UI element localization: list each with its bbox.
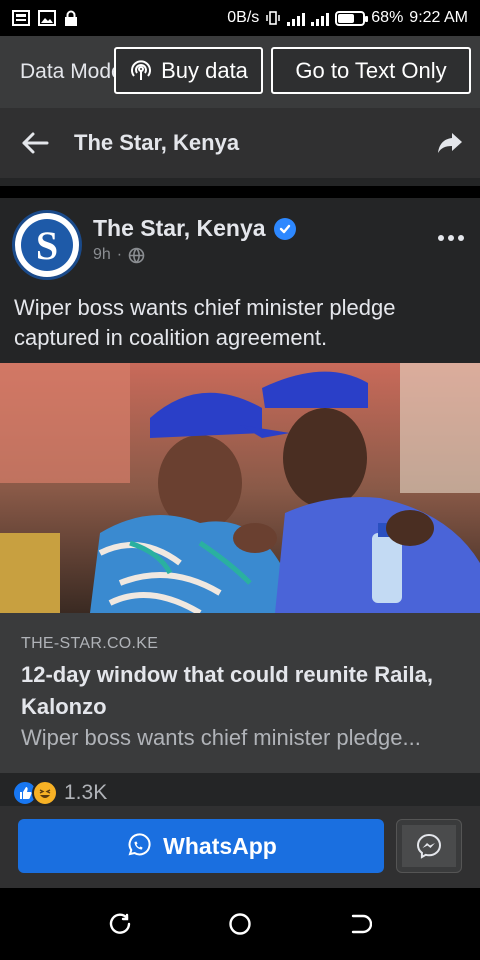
more-options-icon[interactable] (438, 232, 466, 244)
post-caption: Wiper boss wants chief minister pledge c… (14, 295, 396, 350)
link-preview[interactable]: THE-STAR.CO.KE 12-day window that could … (0, 613, 480, 773)
system-home-button[interactable] (220, 904, 260, 944)
net-speed: 0B/s (227, 9, 260, 26)
top-nav-bar: The Star, Kenya (0, 108, 480, 178)
whatsapp-label: WhatsApp (163, 832, 277, 859)
share-button[interactable] (420, 108, 480, 178)
reactions-count: 1.3K (64, 781, 108, 804)
battery-percent: 68% (371, 9, 404, 26)
battery-icon (335, 10, 369, 26)
buy-data-button[interactable]: Buy data (114, 47, 263, 94)
reactions-summary[interactable]: 1.3K (12, 780, 107, 806)
clock: 9:22 AM (409, 9, 468, 26)
post-page-name[interactable]: The Star, Kenya (93, 215, 266, 242)
status-right: 0B/s 68% 9:22 AM (227, 9, 468, 27)
haha-reaction-icon (32, 780, 58, 806)
messenger-button-inner (402, 825, 456, 867)
back-button[interactable] (0, 108, 70, 178)
post-time[interactable]: 9h (93, 246, 111, 264)
broadcast-icon (131, 59, 152, 80)
post-page-name-row: The Star, Kenya (93, 215, 296, 242)
system-recents-button[interactable] (100, 904, 140, 944)
page-avatar[interactable]: S (12, 210, 82, 280)
avatar-logo: S (21, 219, 73, 271)
whatsapp-icon (128, 833, 151, 856)
arrow-left-icon (22, 132, 49, 154)
data-mode-bar: Data Mode Buy data Go to Text Only (0, 36, 480, 108)
link-description: Wiper boss wants chief minister pledge..… (21, 725, 421, 750)
post-meta: 9h · (93, 246, 145, 264)
system-nav-bar (0, 888, 480, 960)
status-bar: 0B/s 68% 9:22 AM (0, 0, 480, 36)
link-domain: THE-STAR.CO.KE (21, 635, 159, 652)
buy-data-label: Buy data (161, 57, 248, 83)
share-arrow-icon (438, 133, 462, 153)
header-separator (0, 178, 480, 186)
post-photo[interactable] (0, 363, 480, 613)
vibrate-icon (266, 11, 281, 25)
recents-icon (109, 913, 131, 934)
meta-separator: · (116, 246, 123, 263)
messenger-share-button[interactable] (396, 819, 462, 873)
whatsapp-share-button[interactable]: WhatsApp (18, 819, 384, 873)
signal-strength-2-icon (311, 11, 330, 26)
image-notification-icon (38, 10, 56, 26)
system-back-button[interactable] (340, 904, 380, 944)
messenger-icon (416, 833, 442, 859)
signal-strength-1-icon (287, 11, 306, 26)
globe-icon (128, 247, 145, 263)
news-notification-icon (12, 10, 30, 26)
text-only-button[interactable]: Go to Text Only (271, 47, 471, 94)
text-only-label: Go to Text Only (295, 57, 447, 83)
verified-badge-icon (273, 217, 296, 240)
system-back-icon (351, 914, 372, 934)
feed-divider (0, 186, 480, 198)
link-title: 12-day window that could reunite Raila, … (21, 662, 433, 719)
data-mode-label: Data Mode (20, 60, 116, 83)
post-card: S The Star, Kenya 9h · Wiper boss wants … (0, 198, 480, 808)
lock-icon (65, 10, 77, 26)
share-bar: WhatsApp (0, 806, 480, 888)
status-left (12, 10, 78, 26)
nav-title: The Star, Kenya (74, 130, 240, 155)
home-circle-icon (229, 913, 251, 935)
